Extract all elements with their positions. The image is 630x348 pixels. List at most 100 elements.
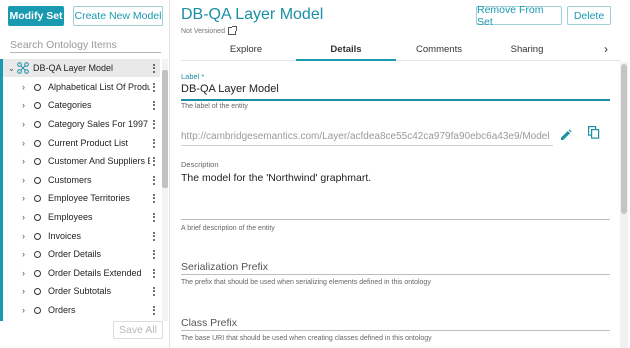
tree-item[interactable]: › Order Subtotals [3,282,160,300]
create-new-model-button[interactable]: Create New Model [73,6,163,26]
class-circle-icon [34,157,41,165]
uri-field: http://cambridgesemantics.com/Layer/acfd… [181,131,550,142]
tree-item[interactable]: › Order Details Extended [3,264,160,282]
serialization-prefix-field[interactable]: Serialization Prefix [181,261,268,273]
chevron-right-icon[interactable]: › [19,138,28,148]
edit-pencil-icon[interactable] [559,128,573,142]
label-field-caption: Label * [181,72,205,81]
version-status-text: Not Versioned [181,27,225,35]
tree-item[interactable]: › Orders [3,301,160,319]
more-vert-icon[interactable] [150,100,158,110]
more-vert-icon[interactable] [150,82,158,92]
chevron-down-icon[interactable]: ⌄ [7,63,16,74]
more-vert-icon[interactable] [150,193,158,203]
chevron-right-icon[interactable]: › [19,212,28,222]
class-circle-icon [34,194,41,202]
more-vert-icon[interactable] [150,305,158,315]
class-prefix-field[interactable]: Class Prefix [181,317,237,329]
model-details-panel: DB-QA Layer Model Not Versioned Remove F… [171,0,630,348]
tree-root-label: DB-QA Layer Model [33,63,114,73]
tab-comments[interactable]: Comments [399,37,479,61]
more-vert-icon[interactable] [150,249,158,259]
tab-bar: Explore Details Comments Sharing › [181,37,621,61]
tree-item[interactable]: › Customers [3,171,160,189]
search-ontology-input[interactable] [10,37,161,53]
serialization-prefix-hint: The prefix that should be used when seri… [181,279,431,286]
tree-root-item[interactable]: ⌄ DB-QA Layer Model [3,59,160,77]
more-vert-icon[interactable] [150,231,158,241]
open-external-icon[interactable] [227,26,237,35]
chevron-right-icon[interactable]: › [19,305,28,315]
class-circle-icon [34,139,41,147]
ontology-tree: ⌄ DB-QA Layer Model › Alphabetical List … [0,59,160,319]
tree-item[interactable]: › Invoices [3,227,160,245]
ontology-sidebar: Modify Set Create New Model ⌄ DB-QA Laye… [0,0,170,348]
save-all-button[interactable]: Save All [113,321,163,339]
tree-item-label: Orders [48,305,76,315]
model-graph-icon [17,62,29,74]
chevron-right-icon[interactable]: › [19,119,28,129]
class-circle-icon [34,250,41,258]
tab-explore[interactable]: Explore [206,37,286,61]
main-scrollbar-thumb[interactable] [621,64,627,214]
class-prefix-hint: The base URI that should be used when cr… [181,335,432,342]
chevron-right-icon[interactable]: › [19,286,28,296]
tree-item-label: Customer And Suppliers By City [48,156,150,166]
chevron-right-icon[interactable]: › [19,100,28,110]
tree-item-label: Employee Territories [48,193,130,203]
tree-item-label: Categories [48,100,92,110]
tree-item[interactable]: › Alphabetical List Of Products [3,78,160,96]
more-vert-icon[interactable] [150,212,158,222]
delete-button[interactable]: Delete [567,6,611,25]
tree-item[interactable]: › Employee Territories [3,189,160,207]
more-vert-icon[interactable] [150,63,158,73]
chevron-right-icon[interactable]: › [604,42,608,56]
more-vert-icon[interactable] [150,175,158,185]
description-field-input[interactable]: The model for the 'Northwind' graphmart. [181,172,371,184]
description-field-caption: Description [181,160,219,169]
tree-item-label: Alphabetical List Of Products [48,82,150,92]
chevron-right-icon[interactable]: › [19,231,28,241]
more-vert-icon[interactable] [150,119,158,129]
version-status: Not Versioned [181,26,237,35]
tree-item-label: Invoices [48,231,82,241]
tree-scrollbar-thumb[interactable] [162,70,168,188]
tree-item[interactable]: › Customer And Suppliers By City [3,152,160,170]
tree-item-label: Order Subtotals [48,286,112,296]
tree-item-label: Order Details Extended [48,268,142,278]
tree-item[interactable]: › Current Product List [3,134,160,152]
more-vert-icon[interactable] [150,138,158,148]
class-circle-icon [34,213,41,221]
label-field-underline [181,99,610,101]
active-tab-indicator [296,59,396,61]
more-vert-icon[interactable] [150,268,158,278]
class-circle-icon [34,306,41,314]
uri-field-underline [181,145,553,146]
label-field-input[interactable]: DB-QA Layer Model [181,83,279,95]
details-form: Label * DB-QA Layer Model The label of t… [171,62,623,348]
more-vert-icon[interactable] [150,156,158,166]
chevron-right-icon[interactable]: › [19,193,28,203]
tree-item[interactable]: › Employees [3,208,160,226]
tree-item[interactable]: › Categories [3,96,160,114]
more-vert-icon[interactable] [150,286,158,296]
remove-from-set-button[interactable]: Remove From Set [476,4,562,28]
class-circle-icon [34,83,41,91]
chevron-right-icon[interactable]: › [19,82,28,92]
chevron-right-icon[interactable]: › [19,249,28,259]
chevron-right-icon[interactable]: › [19,156,28,166]
tree-item[interactable]: › Category Sales For 1997 [3,115,160,133]
class-circle-icon [34,120,41,128]
chevron-right-icon[interactable]: › [19,175,28,185]
class-circle-icon [34,176,41,184]
copy-icon[interactable] [587,125,601,139]
tree-item-label: Category Sales For 1997 [48,119,149,129]
description-field-hint: A brief description of the entity [181,225,275,232]
tree-item[interactable]: › Order Details [3,245,160,263]
tab-details[interactable]: Details [306,37,386,61]
tree-item-label: Current Product List [48,138,129,148]
modify-set-button[interactable]: Modify Set [8,6,64,26]
tree-item-label: Order Details [48,249,102,259]
tab-sharing[interactable]: Sharing [487,37,567,61]
chevron-right-icon[interactable]: › [19,268,28,278]
